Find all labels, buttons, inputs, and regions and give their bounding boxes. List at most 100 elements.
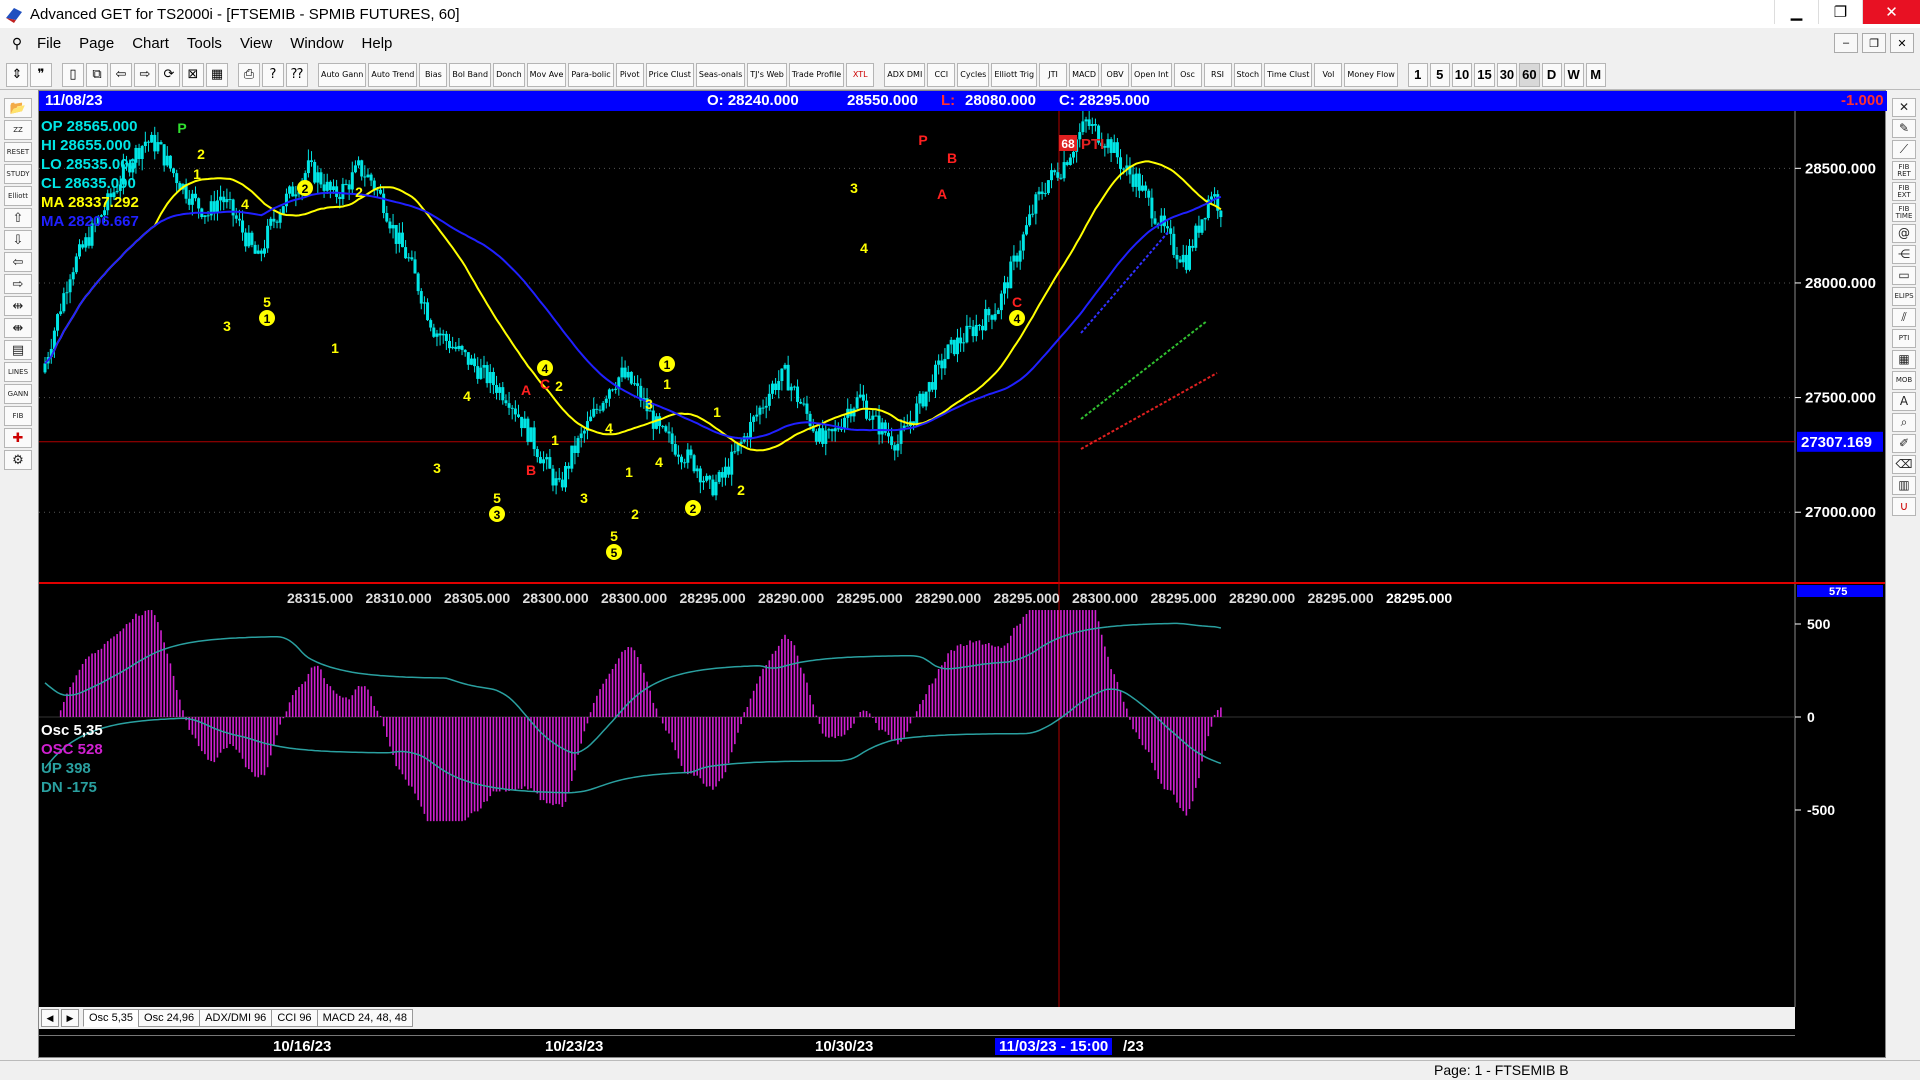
line-icon[interactable]: ⟋ [1892, 140, 1916, 159]
study-button-pivot[interactable]: Pivot [615, 62, 644, 87]
menu-tools[interactable]: Tools [178, 35, 231, 52]
eraser-icon[interactable]: ⌫ [1892, 455, 1916, 474]
mdi-restore-button[interactable]: ❐ [1862, 33, 1886, 53]
study-button-rsi[interactable]: RSI [1203, 62, 1232, 87]
interval-button-d[interactable]: D [1541, 62, 1562, 87]
interval-button-60[interactable]: 60 [1519, 62, 1540, 87]
study-button-para-bolic[interactable]: Para-bolic [568, 62, 614, 87]
crosshair-icon[interactable]: ✚ [4, 428, 32, 448]
interval-button-30[interactable]: 30 [1496, 62, 1518, 87]
study-button-tj-s-web[interactable]: TJ's Web [747, 62, 787, 87]
study-button-donch[interactable]: Donch [493, 62, 525, 87]
mdi-minimize-button[interactable]: ‒ [1834, 33, 1858, 53]
arrow-down-icon[interactable]: ⇩ [4, 230, 32, 250]
study-button-cci[interactable]: CCI [927, 62, 956, 87]
spiral-icon[interactable]: @ [1892, 224, 1916, 243]
interval-button-m[interactable]: M [1585, 62, 1606, 87]
title-bar[interactable]: Advanced GET for TS2000i - [FTSEMIB - SP… [0, 0, 1920, 28]
menu-page[interactable]: Page [70, 35, 123, 52]
study-tool[interactable]: STUDY [4, 164, 32, 184]
gann-tool[interactable]: GANN [4, 384, 32, 404]
mdi-close-button[interactable]: ✕ [1890, 33, 1914, 53]
menu-help[interactable]: Help [353, 35, 402, 52]
study-button-trade-profile[interactable]: Trade Profile [788, 62, 845, 87]
interval-button-10[interactable]: 10 [1451, 62, 1473, 87]
study-button-seas-onals[interactable]: Seas-onals [695, 62, 746, 87]
fib-tool[interactable]: FIB [4, 406, 32, 426]
study-button-jti[interactable]: JTI [1039, 62, 1068, 87]
menu-view[interactable]: View [231, 35, 281, 52]
lines-tool[interactable]: LINES [4, 362, 32, 382]
forward-icon[interactable]: ⇨ [134, 62, 156, 87]
refresh-icon[interactable]: ⟳ [158, 62, 180, 87]
study-button-osc[interactable]: Osc [1173, 62, 1202, 87]
tab-next-icon[interactable]: ▶ [61, 1009, 79, 1027]
close-button[interactable]: ✕ [1862, 0, 1920, 24]
study-button-money-flow[interactable]: Money Flow [1344, 62, 1398, 87]
interval-button-w[interactable]: W [1563, 62, 1584, 87]
study-button-elliott-trig[interactable]: Elliott Trig [991, 62, 1038, 87]
arrow-right-icon[interactable]: ⇨ [4, 274, 32, 294]
study-button-price-clust[interactable]: Price Clust [645, 62, 694, 87]
chart-window[interactable]: 11/08/23 O: 28240.000 28550.000 L: 28080… [38, 90, 1887, 1058]
study-button-stoch[interactable]: Stoch [1233, 62, 1263, 87]
restore-button[interactable]: ❐ [1818, 0, 1862, 24]
fib-time-tool[interactable]: FIB TIME [1892, 203, 1916, 222]
study-button-auto-trend[interactable]: Auto Trend [368, 62, 418, 87]
study-button-time-clust[interactable]: Time Clust [1264, 62, 1313, 87]
grid-icon[interactable]: ▤ [4, 340, 32, 360]
zigzag-tool[interactable]: ZZ [4, 120, 32, 140]
minimize-button[interactable]: ▁ [1774, 0, 1818, 24]
ellipse-tool[interactable]: ELIPS [1892, 287, 1916, 306]
new-page-icon[interactable]: ▯ [62, 62, 84, 87]
study-button-mov-ave[interactable]: Mov Ave [526, 62, 567, 87]
pti-tool[interactable]: PTI [1892, 329, 1916, 348]
settings-icon[interactable]: ⚙ [4, 450, 32, 470]
tab-osc-5-35[interactable]: Osc 5,35 [83, 1009, 140, 1027]
tab-adx-dmi[interactable]: ADX/DMI 96 [199, 1009, 273, 1027]
fib-ext-tool[interactable]: FIB EXT [1892, 182, 1916, 201]
text-icon[interactable]: A [1892, 392, 1916, 411]
box-icon[interactable]: ▭ [1892, 266, 1916, 285]
open-icon[interactable]: 📂 [4, 98, 32, 118]
context-help-icon[interactable]: ⁇ [286, 62, 308, 87]
cursor-icon[interactable]: ⇕ [6, 62, 28, 87]
document-icon[interactable]: ⚲ [6, 33, 28, 53]
highlight-icon[interactable]: ✐ [1892, 434, 1916, 453]
study-button-bias[interactable]: Bias [419, 62, 448, 87]
back-icon[interactable]: ⇦ [110, 62, 132, 87]
menu-chart[interactable]: Chart [123, 35, 178, 52]
arrow-up-icon[interactable]: ⇧ [4, 208, 32, 228]
elliott-tool[interactable]: Elliott [4, 186, 32, 206]
expand-icon[interactable]: ⇼ [4, 318, 32, 338]
layers-icon[interactable]: ▥ [1892, 476, 1916, 495]
fib-ret-tool[interactable]: FIB RET [1892, 161, 1916, 180]
print-icon[interactable]: ⎙ [238, 62, 260, 87]
price-chart[interactable]: 28500.000 28000.000 27500.000 27000.000 2730… [39, 111, 1885, 1007]
table-icon[interactable]: ▦ [206, 62, 228, 87]
compress-icon[interactable]: ⇹ [4, 296, 32, 316]
mob-tool[interactable]: MOB [1892, 371, 1916, 390]
interval-button-5[interactable]: 5 [1429, 62, 1450, 87]
tab-osc-24-96[interactable]: Osc 24,96 [138, 1009, 201, 1027]
study-button-xtl[interactable]: XTL [846, 62, 875, 87]
grid-tool-icon[interactable]: ▦ [1892, 350, 1916, 369]
menu-file[interactable]: File [28, 35, 70, 52]
study-button-open-int[interactable]: Open Int [1131, 62, 1172, 87]
study-button-macd[interactable]: MACD [1069, 62, 1100, 87]
help-icon[interactable]: ? [262, 62, 284, 87]
study-button-obv[interactable]: OBV [1101, 62, 1130, 87]
interval-button-1[interactable]: 1 [1407, 62, 1428, 87]
arrow-left-icon[interactable]: ⇦ [4, 252, 32, 272]
menu-window[interactable]: Window [281, 35, 352, 52]
grid-x-icon[interactable]: ⊠ [182, 62, 204, 87]
study-button-auto-gann[interactable]: Auto Gann [318, 62, 367, 87]
tab-cci[interactable]: CCI 96 [271, 1009, 318, 1027]
tab-macd[interactable]: MACD 24, 48, 48 [316, 1009, 413, 1027]
study-button-adx-dmi[interactable]: ADX DMI [884, 62, 926, 87]
tab-prev-icon[interactable]: ◀ [41, 1009, 59, 1027]
study-button-bol-band[interactable]: Bol Band [449, 62, 492, 87]
fan-icon[interactable]: ⋲ [1892, 245, 1916, 264]
magnet-icon[interactable]: ∪ [1892, 497, 1916, 516]
channel-icon[interactable]: ⫽ [1892, 308, 1916, 327]
